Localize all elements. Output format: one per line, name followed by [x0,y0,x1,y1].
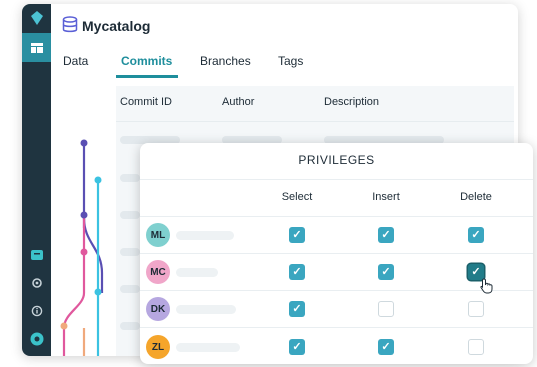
table-divider [116,121,514,122]
skeleton-cell [120,285,140,293]
check-icon: ✓ [381,341,391,353]
commit-node [80,211,88,219]
avatar: ZL [146,335,170,359]
check-icon: ✓ [292,229,302,241]
checkbox-insert[interactable]: ✓ [378,227,394,243]
skeleton-cell [120,211,140,219]
checkbox-select[interactable]: ✓ [289,301,305,317]
active-tab-indicator [116,75,178,78]
divider [140,179,533,180]
checkbox-select[interactable]: ✓ [289,227,305,243]
catalog-title: Mycatalog [82,18,151,34]
skeleton-cell [120,322,140,330]
avatar: ML [146,223,170,247]
check-icon: ✓ [471,229,481,241]
check-icon: ✓ [381,266,391,278]
gear-icon[interactable] [22,272,51,294]
check-icon: ✓ [381,229,391,241]
divider [140,253,533,254]
commit-node [94,176,102,184]
column-header-delete: Delete [460,191,492,203]
name-placeholder [176,268,218,277]
checkbox-delete[interactable] [468,301,484,317]
tab-tags[interactable]: Tags [278,54,303,68]
commit-node [60,322,68,330]
column-header-select: Select [281,191,313,203]
checkbox-delete[interactable]: ✓ [468,227,484,243]
commit-graph [60,139,104,356]
checkbox-select[interactable]: ✓ [289,264,305,280]
catalog-stack-icon [62,16,78,39]
user-avatar-icon[interactable] [22,328,51,350]
left-rail [22,4,51,356]
column-header-insert: Insert [372,191,400,203]
checkbox-insert[interactable] [378,301,394,317]
commit-node [80,139,88,147]
skeleton-cell [120,248,140,256]
avatar: MC [146,260,170,284]
skeleton-cell [120,174,140,182]
check-icon: ✓ [292,303,302,315]
column-header-author: Author [222,96,255,108]
panel-icon[interactable] [22,244,51,266]
grid-icon[interactable] [22,33,51,62]
divider [140,216,533,217]
avatar: DK [146,297,170,321]
hand-cursor-icon [480,278,494,299]
name-placeholder [176,231,234,240]
diamond-logo-icon[interactable] [22,4,51,31]
info-icon[interactable] [22,300,51,322]
divider [140,327,533,328]
privileges-card: PRIVILEGES Select Insert Delete ML ✓ ✓ ✓… [140,143,533,364]
tab-branches[interactable]: Branches [200,54,251,68]
column-header-description: Description [324,96,380,108]
privileges-title: PRIVILEGES [298,153,375,167]
commit-node [80,248,88,256]
check-icon: ✓ [292,266,302,278]
commit-node [94,288,102,296]
name-placeholder [176,305,236,314]
divider [140,290,533,291]
checkbox-delete[interactable] [468,339,484,355]
column-header-commit-id: Commit ID [120,96,172,108]
checkbox-insert[interactable]: ✓ [378,264,394,280]
tab-commits[interactable]: Commits [121,54,172,68]
checkbox-insert[interactable]: ✓ [378,339,394,355]
name-placeholder [176,343,240,352]
tab-data[interactable]: Data [63,54,88,68]
checkbox-select[interactable]: ✓ [289,339,305,355]
check-icon: ✓ [292,341,302,353]
